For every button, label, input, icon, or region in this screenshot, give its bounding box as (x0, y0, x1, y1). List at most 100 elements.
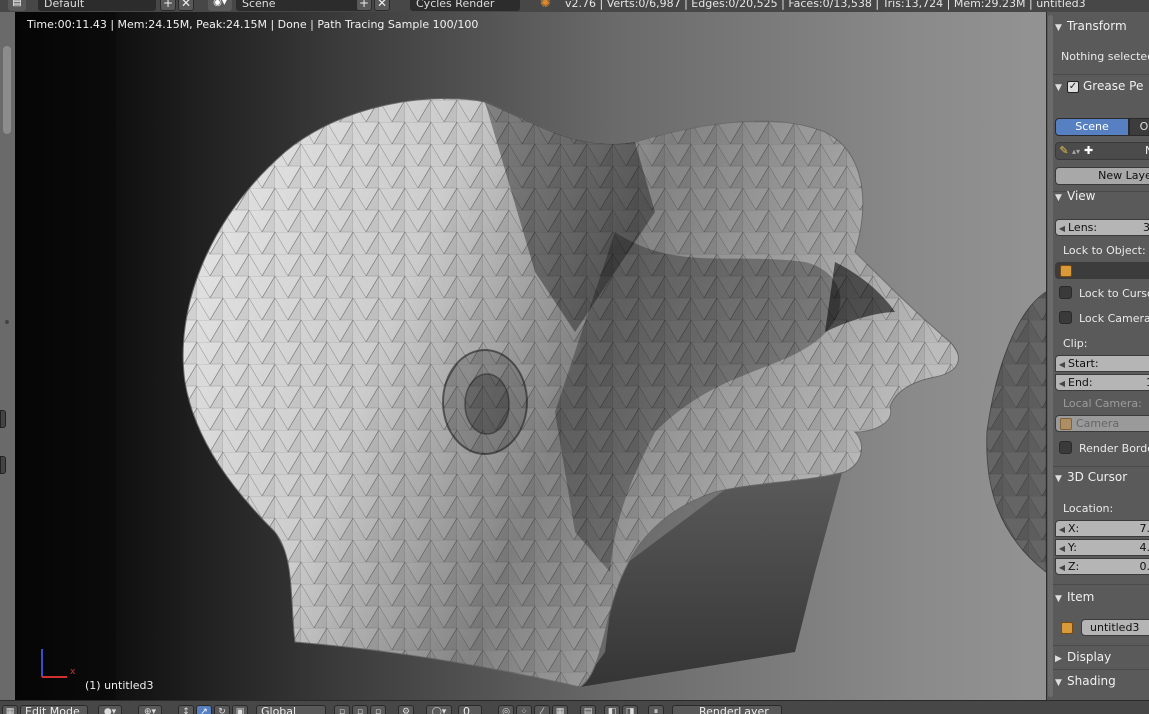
shelf-tab-lower[interactable] (0, 456, 6, 474)
clip-end-field[interactable]: ◀End:10 (1055, 374, 1149, 391)
render-layer-select[interactable]: RenderLayer (672, 705, 782, 714)
arrow-left-icon: ◀ (1058, 360, 1066, 369)
lock-camera-checkbox[interactable] (1059, 311, 1072, 324)
manipulator-toggle-icon[interactable]: ↕ (178, 705, 194, 714)
proportional-edit-icon[interactable]: ◯▾ (426, 705, 452, 714)
lens-field[interactable]: ◀Lens: 3 (1055, 219, 1149, 236)
add-layout-button[interactable]: + (160, 0, 176, 11)
delete-scene-button[interactable]: ✕ (374, 0, 390, 11)
section-grease-pencil[interactable]: ▼ ✓ Grease Pe (1055, 76, 1149, 96)
divider (1053, 669, 1149, 670)
location-label: Location: (1063, 502, 1114, 515)
camera-view-icon[interactable]: ◧ (604, 705, 620, 714)
clip-end-label: End: (1068, 376, 1093, 389)
triangle-down-icon: ▼ (1055, 474, 1062, 484)
active-object-label: (1) untitled3 (85, 679, 154, 692)
section-display-title: Display (1067, 650, 1112, 664)
new-label: Ne (1145, 143, 1149, 159)
layer-icon[interactable]: ▫ (352, 705, 368, 714)
delete-layout-button[interactable]: ✕ (178, 0, 194, 11)
render-status-text: Time:00:11.43 | Mem:24.15M, Peak:24.15M … (27, 18, 479, 31)
section-display[interactable]: ▶ Display (1055, 647, 1149, 667)
pause-icon[interactable]: ⏸ (648, 705, 664, 714)
local-camera-field[interactable]: Camera (1055, 415, 1149, 432)
divider (1053, 645, 1149, 646)
editor-type-icon[interactable]: ▦ (2, 705, 18, 714)
render-engine-label: Cycles Render (416, 0, 495, 10)
new-layer-button[interactable]: New Laye (1055, 167, 1149, 185)
render-border-label: Render Border (1079, 442, 1149, 455)
clip-start-label: Start: (1068, 357, 1099, 370)
tab-object[interactable]: O (1129, 118, 1149, 136)
viewport-shading-icon[interactable]: ●▾ (98, 705, 122, 714)
cursor-y-field[interactable]: ◀ Y: 4. (1055, 539, 1149, 556)
checkmark-icon[interactable]: ✓ (1067, 80, 1079, 93)
cursor-y-label: Y: (1068, 541, 1077, 554)
snap-icon[interactable]: ⚙ (398, 705, 414, 714)
layer-icon[interactable]: ▫ (334, 705, 350, 714)
triangle-down-icon: ▼ (1055, 193, 1062, 203)
screen-layout-label: Default (44, 0, 85, 10)
tool-shelf-collapsed[interactable] (0, 12, 15, 700)
tab-scene[interactable]: Scene (1055, 118, 1129, 136)
shelf-tab-upper[interactable] (0, 410, 6, 428)
axis-x-label: x (70, 667, 76, 677)
axis-gizmo-icon: x (41, 649, 76, 678)
grease-pencil-new-button[interactable]: ✎▴▾✚Ne (1055, 142, 1149, 160)
edge-select-icon[interactable]: ⁄ (534, 705, 550, 714)
section-shading[interactable]: ▼ Shading (1055, 671, 1149, 691)
blender-logo-icon: ✺ (540, 0, 551, 11)
cursor-y-value: 4. (1139, 541, 1149, 554)
object-cube-icon (1060, 265, 1072, 277)
clip-start-field[interactable]: ◀ Start: (1055, 355, 1149, 372)
tab-object-label: O (1139, 120, 1149, 133)
proportional-value-field[interactable]: 0 (458, 705, 482, 714)
editor-type-icon[interactable]: ▤ (8, 0, 26, 11)
scene-select[interactable]: Scene (236, 0, 366, 11)
render-engine-select[interactable]: Cycles Render (410, 0, 520, 11)
section-transform[interactable]: ▼ Transform (1055, 16, 1149, 36)
plus-icon: + (162, 0, 174, 10)
properties-scrollbar[interactable] (1048, 15, 1053, 697)
triangle-down-icon: ▼ (1055, 83, 1062, 93)
lock-object-picker[interactable] (1055, 262, 1149, 279)
drag-handle-icon[interactable] (5, 320, 9, 324)
camera-label: Camera (1076, 417, 1120, 430)
divider (1053, 74, 1149, 75)
vertex-select-icon[interactable]: ⁘ (516, 705, 532, 714)
screen-layout-select[interactable]: Default (38, 0, 156, 11)
triangle-down-icon: ▼ (1055, 23, 1062, 33)
render-border-checkbox[interactable] (1059, 441, 1072, 454)
pencil-icon: ✎ (1059, 144, 1069, 157)
3d-viewport[interactable]: Time:00:11.43 | Mem:24.15M, Peak:24.15M … (15, 12, 1046, 700)
section-3d-cursor[interactable]: ▼ 3D Cursor (1055, 467, 1149, 487)
item-name-field[interactable]: untitled3 (1081, 619, 1149, 636)
rendered-head-mesh[interactable] (15, 12, 1046, 700)
divider (1053, 584, 1149, 585)
cursor-x-field[interactable]: ◀ X: 7. (1055, 520, 1149, 537)
section-grease-pencil-title: Grease Pe (1083, 79, 1144, 93)
face-select-icon[interactable]: ▦ (552, 705, 568, 714)
layer-icon[interactable]: ▫ (370, 705, 386, 714)
scale-manipulator-icon[interactable]: ▣ (232, 705, 248, 714)
scene-label: Scene (242, 0, 276, 10)
translate-manipulator-icon[interactable]: ↗ (196, 705, 212, 714)
tool-shelf-scrollbar[interactable] (3, 46, 11, 134)
occlude-geometry-icon[interactable]: ◎ (498, 705, 514, 714)
triangle-down-icon: ▼ (1055, 594, 1062, 604)
scene-icon[interactable]: ◉▾ (208, 0, 232, 11)
add-scene-button[interactable]: + (356, 0, 372, 11)
render-icon[interactable]: ▤ (580, 705, 596, 714)
arrow-left-icon: ◀ (1058, 379, 1066, 388)
section-item[interactable]: ▼ Item (1055, 587, 1149, 607)
rotate-manipulator-icon[interactable]: ↻ (214, 705, 230, 714)
lock-to-cursor-checkbox[interactable] (1059, 286, 1072, 299)
section-view-title: View (1067, 189, 1096, 203)
cursor-z-value: 0. (1139, 560, 1149, 573)
pivot-point-icon[interactable]: ⊕▾ (138, 705, 162, 714)
mode-select[interactable]: Edit Mode (20, 705, 88, 714)
transform-orientation-select[interactable]: Global (256, 705, 326, 714)
cursor-z-field[interactable]: ◀ Z: 0. (1055, 558, 1149, 575)
section-view[interactable]: ▼ View (1055, 186, 1149, 206)
opengl-render-icon[interactable]: ◨ (622, 705, 638, 714)
